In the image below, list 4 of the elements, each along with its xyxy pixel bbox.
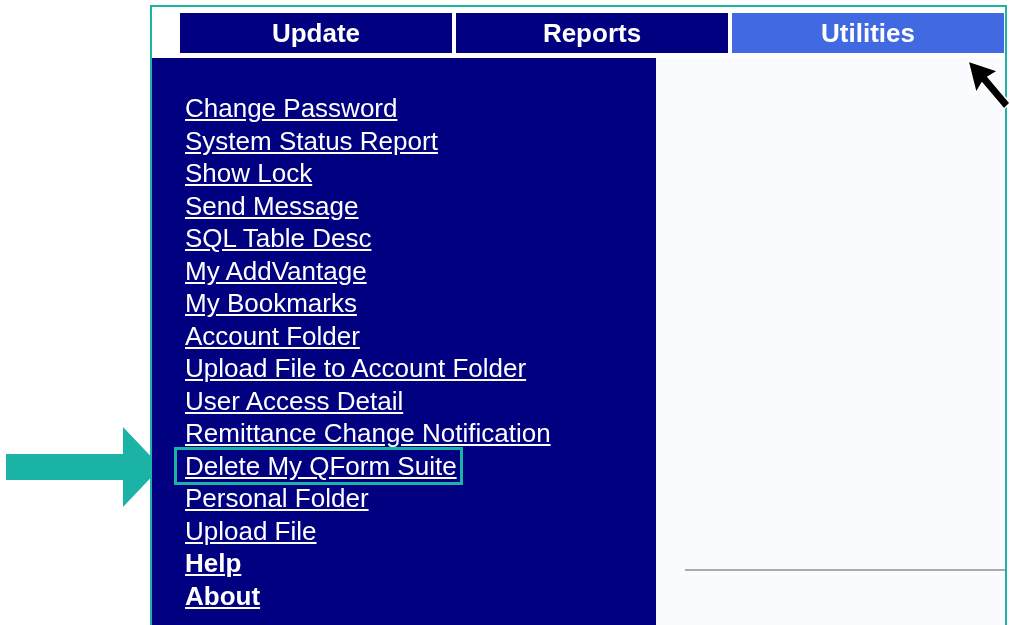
tab[interactable]: Update (180, 13, 452, 53)
tab[interactable]: Utilities (732, 13, 1004, 53)
menu-link[interactable]: Delete My QForm Suite (174, 446, 463, 485)
tab[interactable]: Reports (456, 13, 728, 53)
